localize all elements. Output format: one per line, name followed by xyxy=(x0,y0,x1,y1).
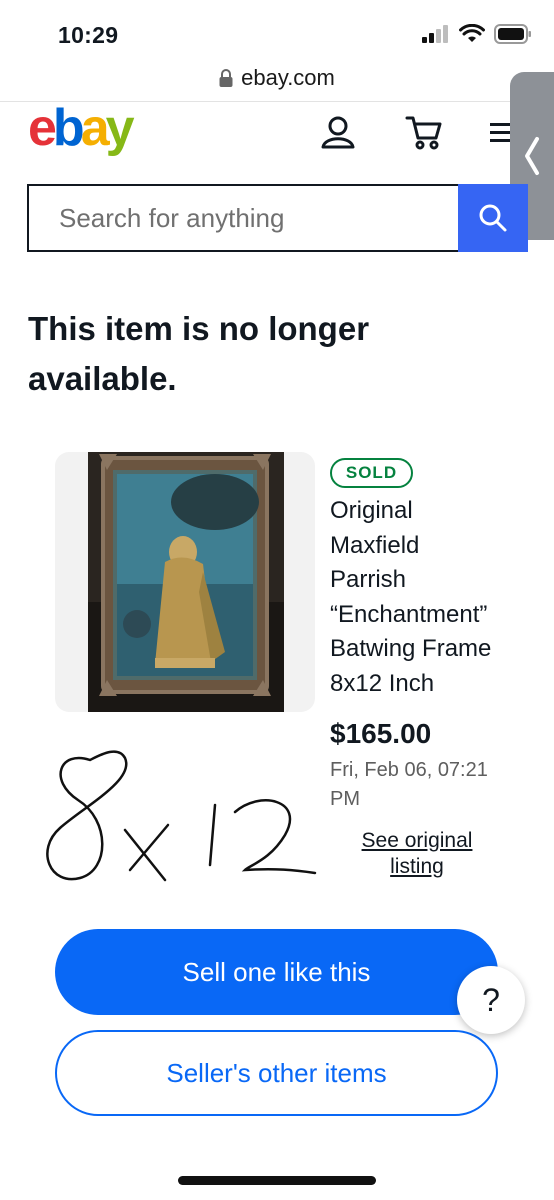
ebay-logo[interactable]: ebay xyxy=(28,99,135,157)
chevron-left-icon xyxy=(525,137,539,175)
logo-letter: a xyxy=(80,99,110,157)
logo-letter: e xyxy=(28,99,57,157)
item-title-line: Maxfield xyxy=(330,531,420,559)
sold-badge: SOLD xyxy=(330,458,413,488)
signal-icon xyxy=(422,25,448,43)
sold-date: Fri, Feb 06, 07:21 PM xyxy=(330,759,488,810)
wifi-icon xyxy=(459,24,485,42)
sell-one-like-this-button[interactable]: Sell one like this xyxy=(55,929,498,1015)
item-title-line: 8x12 Inch xyxy=(330,669,435,697)
item-title[interactable]: Original Maxfield Parrish “Enchantment” … xyxy=(330,494,530,702)
item-title-line: Batwing Frame xyxy=(330,635,492,663)
help-icon: ? xyxy=(482,981,500,1018)
status-bar: 10:29 xyxy=(0,0,554,60)
lock-icon xyxy=(219,69,233,87)
search-button[interactable] xyxy=(458,184,528,252)
battery-icon xyxy=(494,24,531,44)
address-bar[interactable]: ebay.com xyxy=(0,58,554,98)
see-original-listing-link[interactable]: See original listing xyxy=(352,828,482,880)
item-title-line: “Enchantment” xyxy=(330,600,488,628)
item-title-line: Original xyxy=(330,497,413,524)
account-icon[interactable] xyxy=(318,112,358,152)
url-text: ebay.com xyxy=(241,65,335,90)
help-button[interactable]: ? xyxy=(457,966,525,1034)
item-title-line: Parrish xyxy=(330,566,407,594)
status-time: 10:29 xyxy=(58,22,119,48)
search-icon xyxy=(479,204,507,232)
search-input[interactable] xyxy=(27,184,458,252)
cart-icon[interactable] xyxy=(404,112,444,152)
page-title: This item is no longer available. xyxy=(28,310,370,397)
sellers-other-items-button[interactable]: Seller's other items xyxy=(55,1030,498,1116)
search-bar xyxy=(27,184,528,252)
handwritten-note: 8x12 xyxy=(46,750,317,882)
logo-letter: b xyxy=(52,99,85,157)
site-header: ebay xyxy=(0,102,554,162)
home-indicator[interactable] xyxy=(178,1176,376,1185)
item-price: $165.00 xyxy=(330,718,432,749)
item-image[interactable] xyxy=(55,452,315,712)
status-icons xyxy=(422,24,532,44)
logo-letter: y xyxy=(105,99,135,157)
